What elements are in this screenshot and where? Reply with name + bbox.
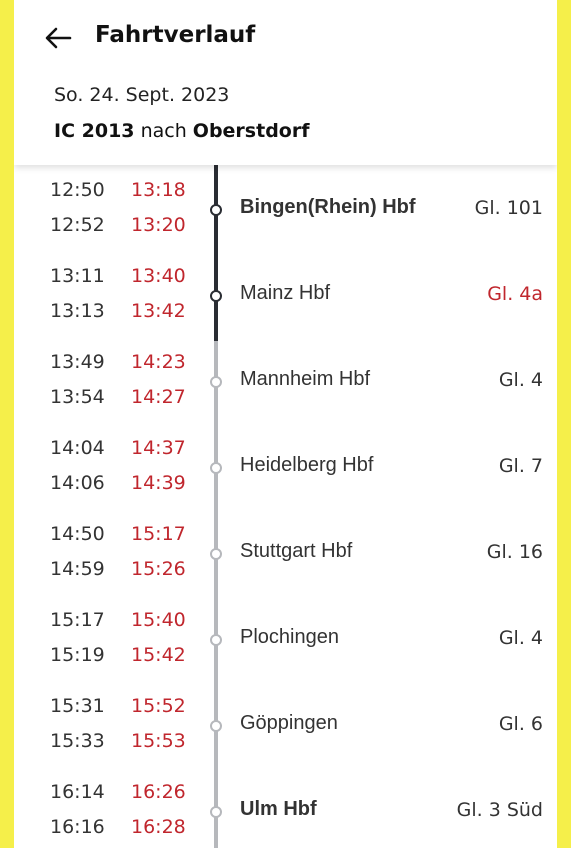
stop-dot-icon [210, 548, 222, 560]
header: Fahrtverlauf So. 24. Sept. 2023 IC 2013 … [14, 0, 557, 165]
journey-date: So. 24. Sept. 2023 [54, 84, 230, 106]
scheduled-arrival: 13:49 [50, 351, 105, 373]
actual-departure: 13:20 [131, 214, 186, 236]
actual-departure: 16:28 [131, 816, 186, 838]
stop-row[interactable]: 13:49 14:23 13:54 14:27 Mannheim Hbf Gl. 4 [14, 341, 557, 427]
scheduled-arrival: 15:31 [50, 695, 105, 717]
stop-row[interactable]: 14:50 15:17 14:59 15:26 Stuttgart Hbf Gl. 16 [14, 513, 557, 599]
scheduled-departure: 16:16 [50, 816, 105, 838]
scheduled-arrival: 12:50 [50, 179, 105, 201]
scheduled-departure: 12:52 [50, 214, 105, 236]
scheduled-departure: 14:06 [50, 472, 105, 494]
stop-row[interactable]: 16:14 16:26 16:16 16:28 Ulm Hbf Gl. 3 Süd [14, 771, 557, 848]
stop-dot-icon [210, 720, 222, 732]
actual-arrival: 13:40 [131, 265, 186, 287]
actual-arrival: 14:37 [131, 437, 186, 459]
stop-list: 12:50 13:18 12:52 13:20 Bingen(Rhein) Hbf Gl.… [14, 159, 557, 848]
platform-label: Gl. 101 [474, 197, 543, 219]
actual-arrival: 15:40 [131, 609, 186, 631]
train-destination: Oberstdorf [192, 120, 310, 142]
actual-departure: 13:42 [131, 300, 186, 322]
scheduled-arrival: 16:14 [50, 781, 105, 803]
scheduled-departure: 13:54 [50, 386, 105, 408]
actual-arrival: 14:23 [131, 351, 186, 373]
scheduled-arrival: 13:11 [50, 265, 105, 287]
actual-departure: 14:39 [131, 472, 186, 494]
stop-row[interactable]: 13:11 13:40 13:13 13:42 Mainz Hbf Gl. 4a [14, 255, 557, 341]
stop-dot-icon [210, 204, 222, 216]
stop-row[interactable]: 15:31 15:52 15:33 15:53 Göppingen Gl. 6 [14, 685, 557, 771]
stop-dot-icon [210, 806, 222, 818]
page-title: Fahrtverlauf [95, 22, 256, 48]
platform-label: Gl. 4a [487, 283, 543, 305]
scheduled-arrival: 15:17 [50, 609, 105, 631]
station-name: Göppingen [240, 712, 338, 734]
actual-departure: 15:26 [131, 558, 186, 580]
stop-dot-icon [210, 462, 222, 474]
train-number: IC 2013 [54, 120, 135, 142]
station-name: Plochingen [240, 626, 339, 648]
platform-label: Gl. 7 [498, 455, 543, 477]
connector-text: nach [140, 120, 187, 142]
actual-departure: 15:53 [131, 730, 186, 752]
scheduled-arrival: 14:04 [50, 437, 105, 459]
stop-row[interactable]: 15:17 15:40 15:19 15:42 Plochingen Gl. 4 [14, 599, 557, 685]
platform-label: Gl. 4 [498, 627, 543, 649]
station-name: Ulm Hbf [240, 798, 317, 820]
station-name: Mainz Hbf [240, 282, 331, 304]
scheduled-departure: 13:13 [50, 300, 105, 322]
scheduled-departure: 15:19 [50, 644, 105, 666]
scheduled-arrival: 14:50 [50, 523, 105, 545]
scheduled-departure: 15:33 [50, 730, 105, 752]
platform-label: Gl. 4 [498, 369, 543, 391]
actual-arrival: 15:17 [131, 523, 186, 545]
stop-dot-icon [210, 376, 222, 388]
actual-arrival: 13:18 [131, 179, 186, 201]
actual-departure: 15:42 [131, 644, 186, 666]
scheduled-departure: 14:59 [50, 558, 105, 580]
journey-screen: Fahrtverlauf So. 24. Sept. 2023 IC 2013 … [14, 0, 557, 848]
platform-label: Gl. 6 [498, 713, 543, 735]
stop-row[interactable]: 14:04 14:37 14:06 14:39 Heidelberg Hbf Gl. 7 [14, 427, 557, 513]
stop-row[interactable]: 12:50 13:18 12:52 13:20 Bingen(Rhein) Hbf Gl.… [14, 159, 557, 255]
actual-arrival: 16:26 [131, 781, 186, 803]
stop-dot-icon [210, 290, 222, 302]
platform-label: Gl. 16 [486, 541, 543, 563]
stop-dot-icon [210, 634, 222, 646]
back-arrow-icon[interactable] [42, 22, 74, 54]
actual-arrival: 15:52 [131, 695, 186, 717]
platform-label: Gl. 3 Süd [456, 799, 543, 821]
station-name: Stuttgart Hbf [240, 540, 353, 562]
train-info: IC 2013 nach Oberstdorf [54, 120, 310, 142]
actual-departure: 14:27 [131, 386, 186, 408]
